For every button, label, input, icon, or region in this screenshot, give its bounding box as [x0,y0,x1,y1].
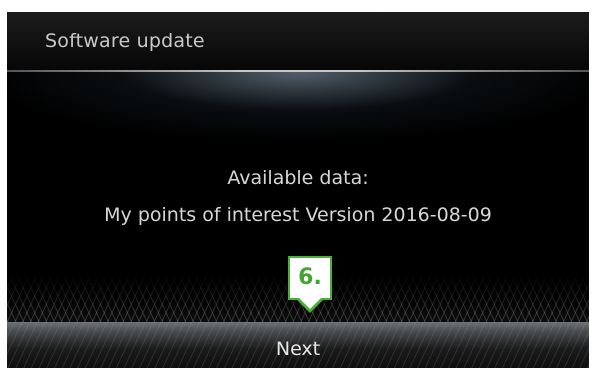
available-data-label: Available data: [227,167,369,189]
update-version-text: My points of interest Version 2016-08-09 [104,204,492,226]
step-number: 6. [298,265,322,290]
callout-pointer-inner [299,298,321,309]
page-title: Software update [45,30,205,52]
next-button[interactable] [7,322,589,368]
header-bar: Software update [7,12,589,70]
infotainment-screen: Software update Available data: My point… [7,12,589,368]
step-callout: 6. [288,256,332,300]
